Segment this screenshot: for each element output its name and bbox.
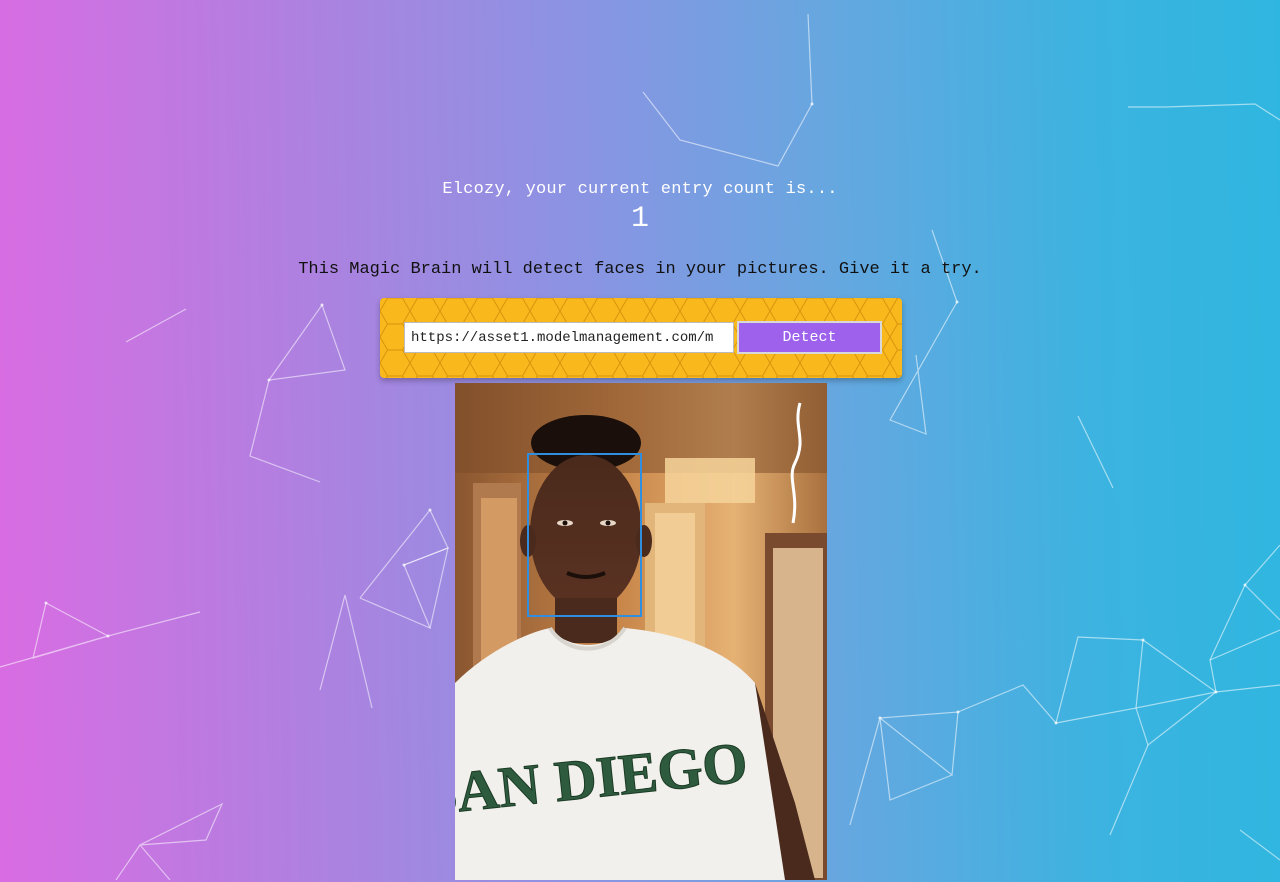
detect-button[interactable]: Detect (737, 321, 882, 354)
instruction-text: This Magic Brain will detect faces in yo… (298, 260, 982, 279)
image-url-input[interactable] (404, 322, 734, 353)
entry-count: 1 (630, 202, 649, 236)
image-link-form: Detect (380, 298, 902, 378)
face-bounding-box (527, 453, 642, 617)
input-photo: SAN DIEGO (455, 383, 827, 880)
rank-greeting: Elcozy, your current entry count is... (442, 180, 838, 199)
